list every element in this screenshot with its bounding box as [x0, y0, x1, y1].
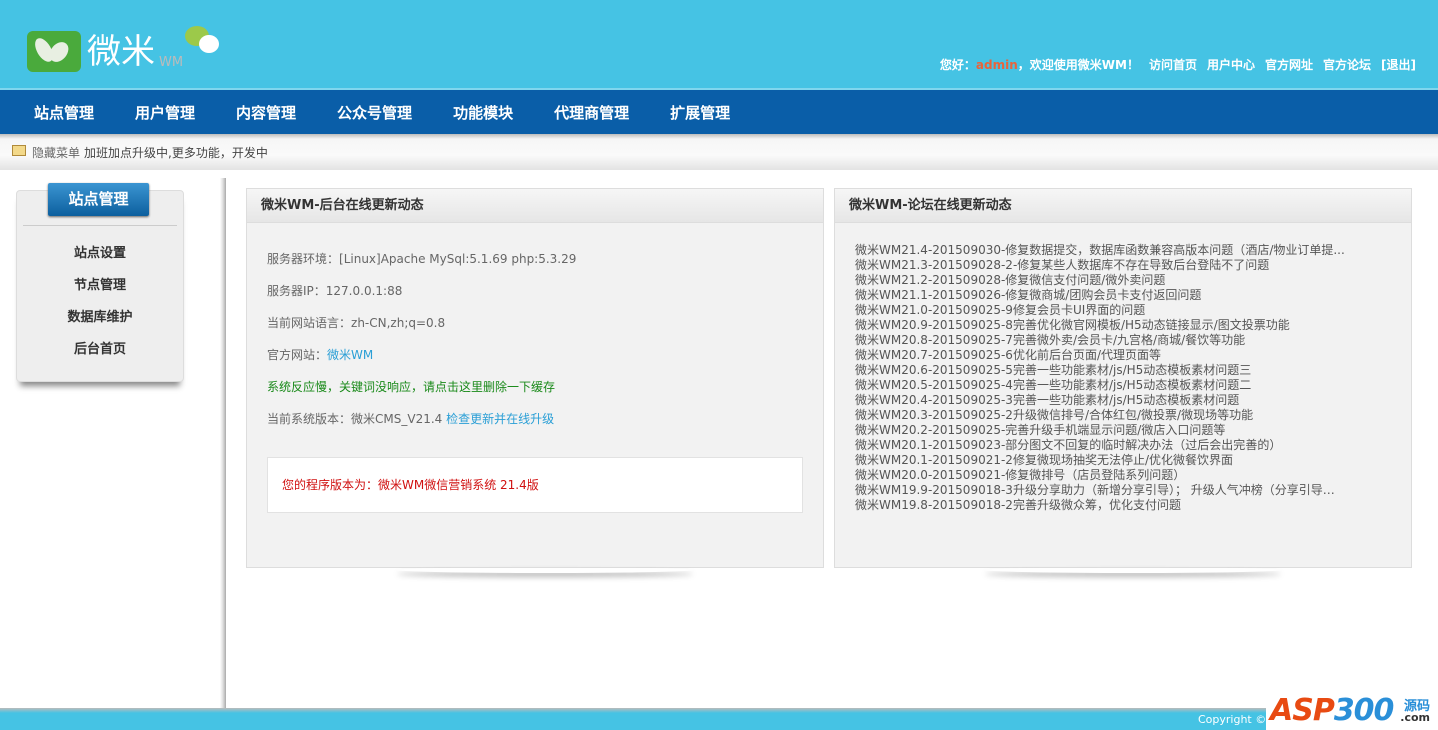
copyright: Copyright ©	[1198, 713, 1267, 726]
username: admin	[975, 58, 1018, 72]
clear-cache-link[interactable]: 系统反应慢，关键词没响应，请点击这里删除一下缓存	[267, 379, 823, 411]
news-list: 微米WM21.4-201509030-修复数据提交，数据库函数兼容高版本问题（酒…	[835, 223, 1411, 513]
greeting: 您好：	[939, 58, 976, 72]
header: 微米 WM 您好：admin，欢迎使用微米WM！ 访问首页 用户中心 官方网址 …	[0, 0, 1438, 90]
divider	[23, 225, 177, 226]
program-version: 您的程序版本为：微米WM微信营销系统 21.4版	[267, 457, 803, 513]
footer: Copyright ©	[0, 708, 1438, 730]
nav-agent-management[interactable]: 代理商管理	[554, 90, 629, 134]
logout-link[interactable]: [退出]	[1381, 56, 1416, 73]
sidebar-item-node-management[interactable]: 节点管理	[17, 275, 183, 307]
sidebar-title: 站点管理	[48, 183, 149, 216]
link-visit-home[interactable]: 访问首页	[1149, 56, 1197, 73]
link-official-site[interactable]: 官方网址	[1265, 56, 1313, 73]
backend-update-panel: 微米WM-后台在线更新动态 服务器环境：[Linux]Apache MySql:…	[246, 188, 824, 568]
system-version: 当前系统版本：微米CMS_V21.4 检查更新并在线升级	[267, 412, 555, 426]
nav-extension-management[interactable]: 扩展管理	[670, 90, 730, 134]
news-item[interactable]: 微米WM19.8-201509018-2完善升级微众筹，优化支付问题	[855, 498, 1345, 513]
panel-title: 微米WM-论坛在线更新动态	[835, 189, 1411, 223]
nav-content-management[interactable]: 内容管理	[236, 90, 296, 134]
nav-function-modules[interactable]: 功能模块	[453, 90, 513, 134]
site-language: 当前网站语言：zh-CN,zh;q=0.8	[267, 316, 446, 330]
news-item[interactable]: 微米WM20.8-201509025-7完善微外卖/会员卡/九宫格/商城/餐饮等…	[855, 333, 1345, 348]
upgrade-link[interactable]: 检查更新并在线升级	[446, 412, 554, 426]
news-item[interactable]: 微米WM20.0-201509021-修复微排号（店员登陆系列问题）	[855, 468, 1345, 483]
main-nav: 站点管理 用户管理 内容管理 公众号管理 功能模块 代理商管理 扩展管理	[0, 90, 1438, 134]
nav-official-account[interactable]: 公众号管理	[337, 90, 412, 134]
official-site: 官方网站：微米WM	[267, 348, 374, 362]
nav-user-management[interactable]: 用户管理	[135, 90, 195, 134]
link-user-center[interactable]: 用户中心	[1207, 56, 1255, 73]
server-env: 服务器环境：[Linux]Apache MySql:5.1.69 php:5.3…	[267, 252, 577, 266]
news-item[interactable]: 微米WM20.9-201509025-8完善优化微官网模板/H5动态链接显示/图…	[855, 318, 1345, 333]
news-item[interactable]: 微米WM19.9-201509018-3升级分享助力（新增分享引导）； 升级人气…	[855, 483, 1345, 498]
news-item[interactable]: 微米WM20.7-201509025-6优化前后台页面/代理页面等	[855, 348, 1345, 363]
sidebar: 站点管理 站点设置 节点管理 数据库维护 后台首页	[16, 183, 184, 382]
hide-menu-button[interactable]: 隐藏菜单	[32, 144, 80, 161]
logo-text: 微米	[87, 32, 155, 72]
news-item[interactable]: 微米WM20.6-201509025-5完善一些功能素材/js/H5动态模板素材…	[855, 363, 1345, 378]
sub-bar: 隐藏菜单 加班加点升级中,更多功能，开发中	[0, 134, 1438, 170]
news-item[interactable]: 微米WM20.3-201509025-2升级微信排号/合体红包/微投票/微现场等…	[855, 408, 1345, 423]
dev-notice: 加班加点升级中,更多功能，开发中	[84, 145, 268, 160]
sidebar-item-database[interactable]: 数据库维护	[17, 307, 183, 339]
welcome-text: ，欢迎使用微米WM！	[1017, 58, 1139, 72]
news-item[interactable]: 微米WM20.5-201509025-4完善一些功能素材/js/H5动态模板素材…	[855, 378, 1345, 393]
watermark-logo: ASP300 源码 .com	[1266, 681, 1438, 730]
link-official-forum[interactable]: 官方论坛	[1323, 56, 1371, 73]
news-item[interactable]: 微米WM21.0-201509025-9修复会员卡UI界面的问题	[855, 303, 1345, 318]
nav-site-management[interactable]: 站点管理	[34, 90, 94, 134]
logo-sub: WM	[159, 55, 184, 70]
logo-leaf-icon	[27, 31, 81, 72]
news-item[interactable]: 微米WM20.2-201509025-完善升级手机端显示问题/微店入口问题等	[855, 423, 1345, 438]
news-item[interactable]: 微米WM21.4-201509030-修复数据提交，数据库函数兼容高版本问题（酒…	[855, 243, 1345, 258]
news-item[interactable]: 微米WM21.3-201509028-2-修复某些人数据库不存在导致后台登陆不了…	[855, 258, 1345, 273]
news-item[interactable]: 微米WM20.1-201509023-部分图文不回复的临时解决办法（过后会出完善…	[855, 438, 1345, 453]
sidebar-item-site-settings[interactable]: 站点设置	[17, 243, 183, 275]
panel-title: 微米WM-后台在线更新动态	[247, 189, 823, 223]
wechat-icon	[185, 26, 225, 60]
logo[interactable]: 微米 WM	[27, 26, 225, 72]
folder-icon[interactable]	[12, 144, 26, 156]
server-ip: 服务器IP：127.0.0.1:88	[267, 284, 403, 298]
user-bar: 您好：admin，欢迎使用微米WM！ 访问首页 用户中心 官方网址 官方论坛 […	[940, 56, 1416, 73]
sidebar-item-admin-home[interactable]: 后台首页	[17, 339, 183, 371]
sidebar-splitter[interactable]	[220, 178, 226, 708]
forum-update-panel: 微米WM-论坛在线更新动态 微米WM21.4-201509030-修复数据提交，…	[834, 188, 1412, 568]
news-item[interactable]: 微米WM21.2-201509028-修复微信支付问题/微外卖问题	[855, 273, 1345, 288]
news-item[interactable]: 微米WM20.1-201509021-2修复微现场抽奖无法停止/优化微餐饮界面	[855, 453, 1345, 468]
news-item[interactable]: 微米WM21.1-201509026-修复微商城/团购会员卡支付返回问题	[855, 288, 1345, 303]
news-item[interactable]: 微米WM20.4-201509025-3完善一些功能素材/js/H5动态模板素材…	[855, 393, 1345, 408]
official-site-link[interactable]: 微米WM	[327, 348, 373, 362]
